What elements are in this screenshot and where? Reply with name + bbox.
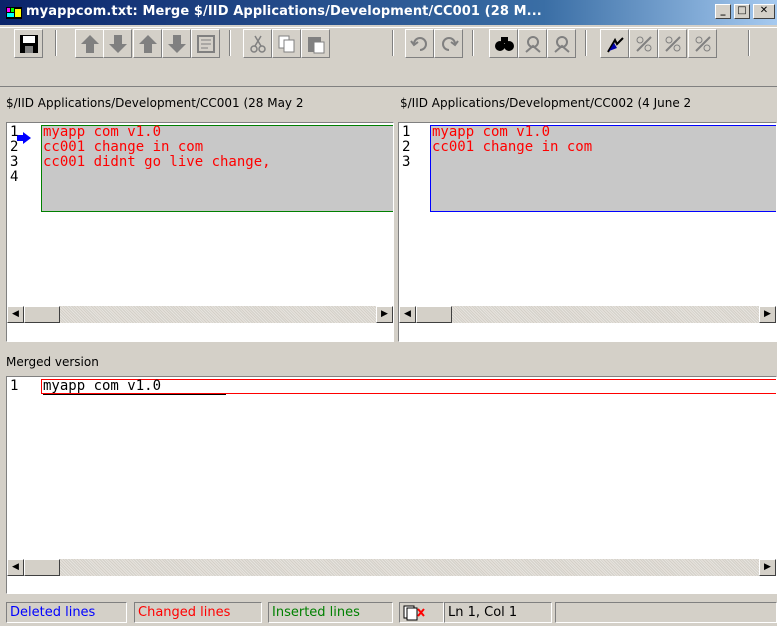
- apply-change-3-button[interactable]: [688, 29, 717, 58]
- right-line: myapp com v1.0: [432, 124, 551, 140]
- scrollbar-thumb[interactable]: [24, 559, 60, 576]
- toolbar-separator: [55, 30, 57, 56]
- resolve-icon: [197, 35, 215, 53]
- maximize-button[interactable]: □: [734, 4, 750, 19]
- status-icon-cell: [399, 602, 444, 623]
- scroll-left-button[interactable]: ◀: [7, 559, 24, 576]
- find-button[interactable]: [489, 29, 518, 58]
- right-line-number: 1: [402, 124, 411, 140]
- scroll-left-button[interactable]: ◀: [399, 306, 416, 323]
- accept-right-icon: [554, 36, 570, 53]
- scroll-right-button[interactable]: ▶: [376, 306, 393, 323]
- merged-line-number: 1: [10, 378, 19, 394]
- apply-change-2-icon: [665, 36, 681, 52]
- apply-change-3-icon: [695, 36, 711, 52]
- left-line: cc001 change in com: [43, 139, 204, 155]
- app-icon: [6, 7, 22, 19]
- next-conflict-button[interactable]: [162, 29, 191, 58]
- redo-button[interactable]: [434, 29, 463, 58]
- flag-button[interactable]: [600, 29, 629, 58]
- status-empty-cell: [555, 602, 777, 623]
- right-line: cc001 change in com: [432, 139, 593, 155]
- copy-icon: [278, 35, 295, 53]
- paste-icon: [308, 37, 325, 54]
- save-icon: [20, 35, 38, 53]
- merged-pane[interactable]: 1 myapp com v1.0 ◀ ▶: [6, 376, 777, 594]
- left-horizontal-scrollbar[interactable]: ◀ ▶: [7, 306, 393, 323]
- cut-icon: [250, 35, 266, 53]
- scroll-left-icon: ◀: [12, 309, 19, 319]
- cursor-position: Ln 1, Col 1: [444, 602, 552, 623]
- close-button[interactable]: ✕: [753, 4, 775, 19]
- merge-status-icon: [403, 605, 425, 621]
- changed-lines-legend: Changed lines: [134, 602, 262, 623]
- inserted-lines-legend: Inserted lines: [268, 602, 393, 623]
- minimize-icon: _: [720, 5, 726, 16]
- cut-button[interactable]: [243, 29, 272, 58]
- merged-line: myapp com v1.0: [43, 378, 162, 394]
- previous-conflict-button[interactable]: [133, 29, 162, 58]
- status-bar: Deleted lines Changed lines Inserted lin…: [0, 599, 777, 626]
- toolbar-separator: [748, 30, 750, 56]
- close-icon: ✕: [759, 5, 769, 16]
- left-pane[interactable]: 1 2 3 4 myapp com v1.0 cc001 change in c…: [6, 122, 394, 342]
- redo-icon: [442, 37, 459, 51]
- minimize-button[interactable]: _: [715, 4, 731, 19]
- apply-change-button[interactable]: [629, 29, 658, 58]
- right-line-number: 2: [402, 139, 411, 155]
- right-horizontal-scrollbar[interactable]: ◀ ▶: [399, 306, 776, 323]
- right-line-number: 3: [402, 154, 411, 170]
- left-line: myapp com v1.0: [43, 124, 162, 140]
- apply-change-2-button[interactable]: [658, 29, 687, 58]
- deleted-lines-legend: Deleted lines: [6, 602, 127, 623]
- right-pane[interactable]: 1 2 3 myapp com v1.0 cc001 change in com…: [398, 122, 777, 342]
- merged-horizontal-scrollbar[interactable]: ◀ ▶: [7, 559, 776, 576]
- undo-button[interactable]: [405, 29, 434, 58]
- accept-left-button[interactable]: [518, 29, 547, 58]
- copy-button[interactable]: [272, 29, 301, 58]
- save-button[interactable]: [14, 29, 43, 58]
- scrollbar-thumb[interactable]: [24, 306, 60, 323]
- window-title: myappcom.txt: Merge $/IID Applications/D…: [26, 4, 542, 19]
- resolve-button[interactable]: [191, 29, 220, 58]
- undo-icon: [410, 37, 427, 51]
- accept-right-button[interactable]: [547, 29, 576, 58]
- left-line-number: 2: [10, 139, 19, 155]
- toolbar-separator: [585, 30, 587, 56]
- scroll-left-icon: ◀: [12, 562, 19, 572]
- maximize-icon: □: [737, 5, 747, 16]
- next-change-icon: [109, 35, 127, 53]
- scroll-right-icon: ▶: [764, 562, 771, 572]
- left-line: cc001 didnt go live change,: [43, 154, 271, 170]
- scroll-right-icon: ▶: [381, 309, 388, 319]
- next-change-button[interactable]: [103, 29, 132, 58]
- scroll-left-button[interactable]: ◀: [7, 306, 24, 323]
- previous-change-icon: [81, 35, 99, 53]
- toolbar-separator: [392, 30, 394, 56]
- scroll-right-button[interactable]: ▶: [759, 306, 776, 323]
- next-conflict-icon: [168, 35, 186, 53]
- scroll-right-button[interactable]: ▶: [759, 559, 776, 576]
- left-line-number: 3: [10, 154, 19, 170]
- apply-change-icon: [636, 36, 652, 52]
- accept-left-icon: [525, 36, 541, 53]
- title-bar: myappcom.txt: Merge $/IID Applications/D…: [0, 0, 777, 25]
- right-pane-header: $/IID Applications/Development/CC002 (4 …: [400, 96, 692, 110]
- merged-line-underline: [43, 394, 226, 395]
- scroll-left-icon: ◀: [404, 309, 411, 319]
- toolbar-separator: [229, 30, 231, 56]
- find-icon: [495, 37, 514, 51]
- left-line-number: 1: [10, 124, 19, 140]
- left-pane-header: $/IID Applications/Development/CC001 (28…: [6, 96, 304, 110]
- toolbar-separator: [472, 30, 474, 56]
- flag-icon: [607, 37, 624, 53]
- scroll-right-icon: ▶: [764, 309, 771, 319]
- paste-button[interactable]: [301, 29, 330, 58]
- previous-conflict-icon: [139, 35, 157, 53]
- left-line-number: 4: [10, 169, 19, 185]
- scrollbar-thumb[interactable]: [416, 306, 452, 323]
- previous-change-button[interactable]: [75, 29, 104, 58]
- merged-label: Merged version: [6, 355, 99, 369]
